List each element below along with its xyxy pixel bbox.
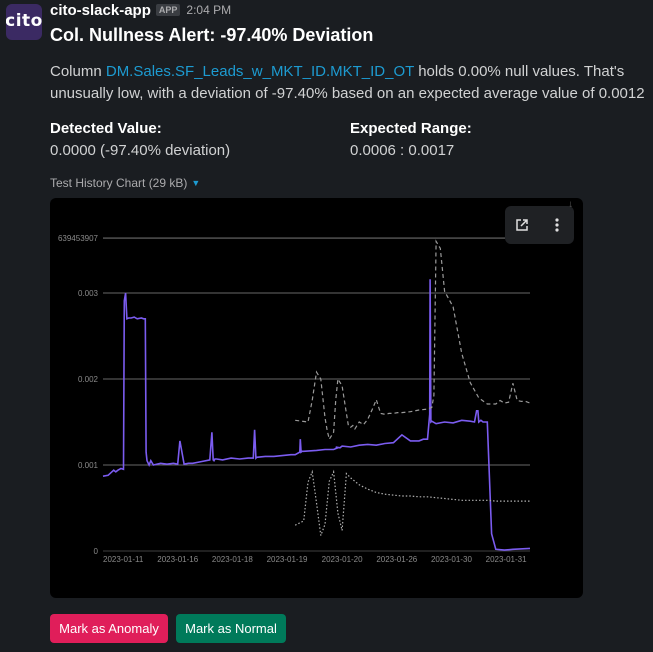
message-header: cito-slack-app APP 2:04 PM	[50, 1, 231, 19]
caret-down-icon[interactable]: ▼	[191, 178, 200, 188]
expected-label: Expected Range:	[350, 120, 472, 137]
more-options-icon[interactable]	[543, 211, 571, 239]
x-tick-label: 2023-01-20	[322, 555, 363, 564]
y-tick-label: 0.002	[78, 375, 99, 384]
x-tick-label: 2023-01-30	[431, 555, 472, 564]
attachment-label: Test History Chart (29 kB)	[50, 176, 188, 190]
avatar[interactable]: cito	[6, 4, 42, 40]
y-tick-label: 639453907	[58, 234, 99, 243]
y-tick-label: 0.001	[78, 461, 99, 470]
x-tick-label: 2023-01-26	[376, 555, 417, 564]
chart-toolbar	[505, 206, 574, 244]
alert-title: Col. Nullness Alert: -97.40% Deviation	[50, 25, 374, 45]
x-tick-label: 2023-01-16	[157, 555, 198, 564]
mark-anomaly-button[interactable]: Mark as Anomaly	[50, 614, 168, 643]
x-tick-label: 2023-01-18	[212, 555, 253, 564]
x-tick-label: 2023-01-19	[267, 555, 308, 564]
mark-normal-button[interactable]: Mark as Normal	[176, 614, 286, 643]
column-link[interactable]: DM.Sales.SF_Leads_w_MKT_ID.MKT_ID_OT	[106, 63, 414, 80]
series-line-solid	[102, 279, 531, 551]
expected-range-field: Expected Range: 0.0006 : 0.0017	[350, 118, 472, 162]
sender-name[interactable]: cito-slack-app	[50, 2, 151, 19]
kebab-svg	[555, 218, 559, 232]
y-tick-label: 0.003	[78, 289, 99, 298]
y-tick-label: 0	[94, 547, 99, 556]
series-line-dashed	[295, 239, 531, 441]
chart-svg: 0 0.001 0.002 0.003 639453907 2023-01-11 2023-…	[58, 234, 531, 564]
attachment-toggle[interactable]: Test History Chart (29 kB) ▼	[50, 176, 200, 190]
test-history-chart[interactable]: 0 0.001 0.002 0.003 639453907 2023-01-11 2023-…	[50, 198, 583, 598]
detected-value: 0.0000 (-97.40% deviation)	[50, 142, 231, 159]
open-external-icon[interactable]	[508, 211, 536, 239]
desc-prefix: Column	[50, 63, 106, 80]
detected-label: Detected Value:	[50, 120, 162, 137]
open-external-svg	[516, 219, 528, 231]
detected-value-field: Detected Value: 0.0000 (-97.40% deviatio…	[50, 118, 230, 162]
series-line-dotted	[294, 469, 530, 536]
x-tick-label: 2023-01-11	[103, 555, 144, 564]
alert-description: Column DM.Sales.SF_Leads_w_MKT_ID.MKT_ID…	[50, 61, 650, 105]
expected-value: 0.0006 : 0.0017	[350, 142, 455, 159]
avatar-text: cito	[6, 11, 42, 31]
x-tick-label: 2023-01-31	[486, 555, 527, 564]
timestamp[interactable]: 2:04 PM	[186, 3, 231, 17]
app-badge: APP	[155, 4, 181, 16]
